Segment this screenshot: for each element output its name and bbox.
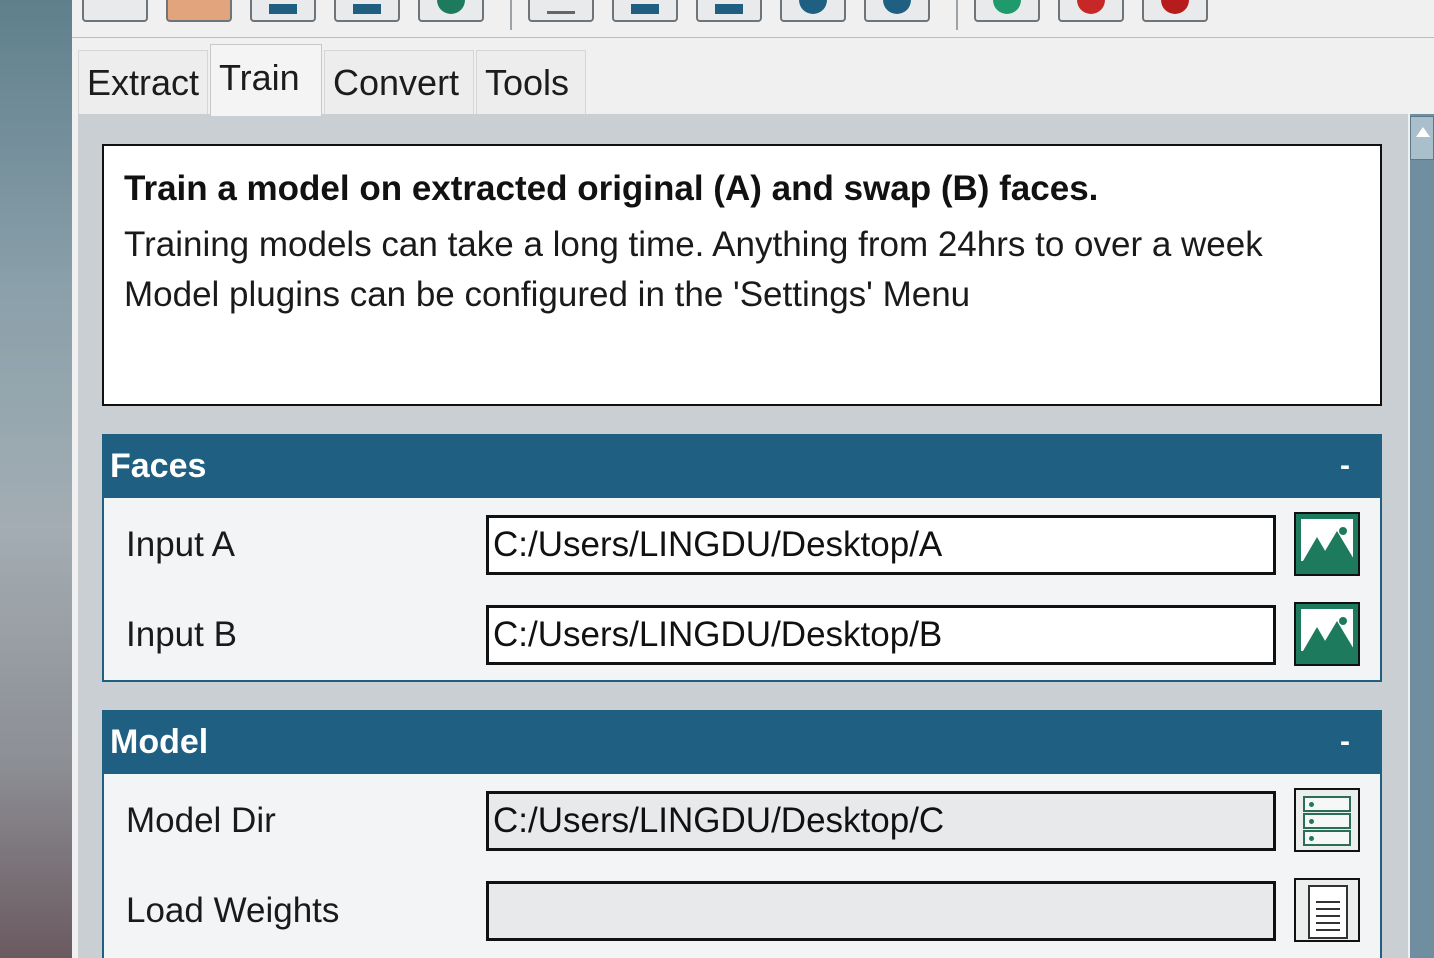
stop-icon[interactable] bbox=[1142, 0, 1208, 22]
input-b-field[interactable]: C:/Users/LINGDU/Desktop/B bbox=[486, 605, 1276, 665]
tab-convert[interactable]: Convert bbox=[324, 50, 474, 114]
tab-tools[interactable]: Tools bbox=[476, 50, 586, 114]
scroll-up-arrow-icon[interactable] bbox=[1410, 116, 1434, 160]
input-a-row: Input A C:/Users/LINGDU/Desktop/A bbox=[104, 500, 1380, 590]
vertical-scrollbar[interactable] bbox=[1410, 114, 1434, 958]
input-b-row: Input B C:/Users/LINGDU/Desktop/B bbox=[104, 590, 1380, 680]
image-folder-icon[interactable] bbox=[1294, 602, 1360, 666]
model-section: Model - Model Dir C:/Users/LINGDU/Deskto… bbox=[102, 710, 1382, 958]
save-as-icon[interactable] bbox=[696, 0, 762, 22]
faces-section-header[interactable]: Faces - bbox=[104, 436, 1380, 498]
tab-extract[interactable]: Extract bbox=[78, 50, 208, 114]
model-dir-row: Model Dir C:/Users/LINGDU/Desktop/C bbox=[104, 776, 1380, 866]
settings-icon[interactable] bbox=[82, 0, 148, 22]
green-action-icon[interactable] bbox=[974, 0, 1040, 22]
load-weights-row: Load Weights bbox=[104, 866, 1380, 956]
faces-section-title: Faces bbox=[110, 447, 207, 485]
load-weights-field[interactable] bbox=[486, 881, 1276, 941]
image-folder-icon[interactable] bbox=[1294, 512, 1360, 576]
input-b-label: Input B bbox=[126, 615, 237, 654]
tab-train[interactable]: Train bbox=[210, 44, 322, 116]
info-line-settings: Model plugins can be configured in the '… bbox=[124, 275, 971, 314]
close-icon[interactable] bbox=[780, 0, 846, 22]
load-weights-label: Load Weights bbox=[126, 891, 340, 930]
back-icon[interactable] bbox=[418, 0, 484, 22]
model-dir-label: Model Dir bbox=[126, 801, 276, 840]
faces-section: Faces - Input A C:/Users/LINGDU/Desktop/… bbox=[102, 434, 1382, 682]
model-dir-field[interactable]: C:/Users/LINGDU/Desktop/C bbox=[486, 791, 1276, 851]
input-a-field[interactable]: C:/Users/LINGDU/Desktop/A bbox=[486, 515, 1276, 575]
text-icon[interactable] bbox=[528, 0, 594, 22]
toolbar-separator bbox=[956, 0, 958, 30]
input-a-label: Input A bbox=[126, 525, 235, 564]
collapse-icon[interactable]: - bbox=[1340, 712, 1350, 772]
collapse-icon[interactable]: - bbox=[1340, 436, 1350, 496]
save-as-icon[interactable] bbox=[334, 0, 400, 22]
folder-icon[interactable] bbox=[166, 0, 232, 22]
desktop-background bbox=[0, 0, 72, 958]
file-icon[interactable] bbox=[1294, 878, 1360, 942]
info-line-training-time: Training models can take a long time. An… bbox=[124, 225, 1263, 264]
back-icon[interactable] bbox=[864, 0, 930, 22]
toolbar bbox=[72, 0, 1434, 38]
toolbar-separator bbox=[510, 0, 512, 30]
model-section-title: Model bbox=[110, 723, 209, 761]
save-icon[interactable] bbox=[250, 0, 316, 22]
info-title: Train a model on extracted original (A) … bbox=[124, 169, 1099, 208]
folder-server-icon[interactable] bbox=[1294, 788, 1360, 852]
save-icon[interactable] bbox=[612, 0, 678, 22]
info-box: Train a model on extracted original (A) … bbox=[102, 144, 1382, 406]
red-action-icon[interactable] bbox=[1058, 0, 1124, 22]
app-window: Extract Train Convert Tools Train a mode… bbox=[72, 0, 1434, 958]
model-section-header[interactable]: Model - bbox=[104, 712, 1380, 774]
